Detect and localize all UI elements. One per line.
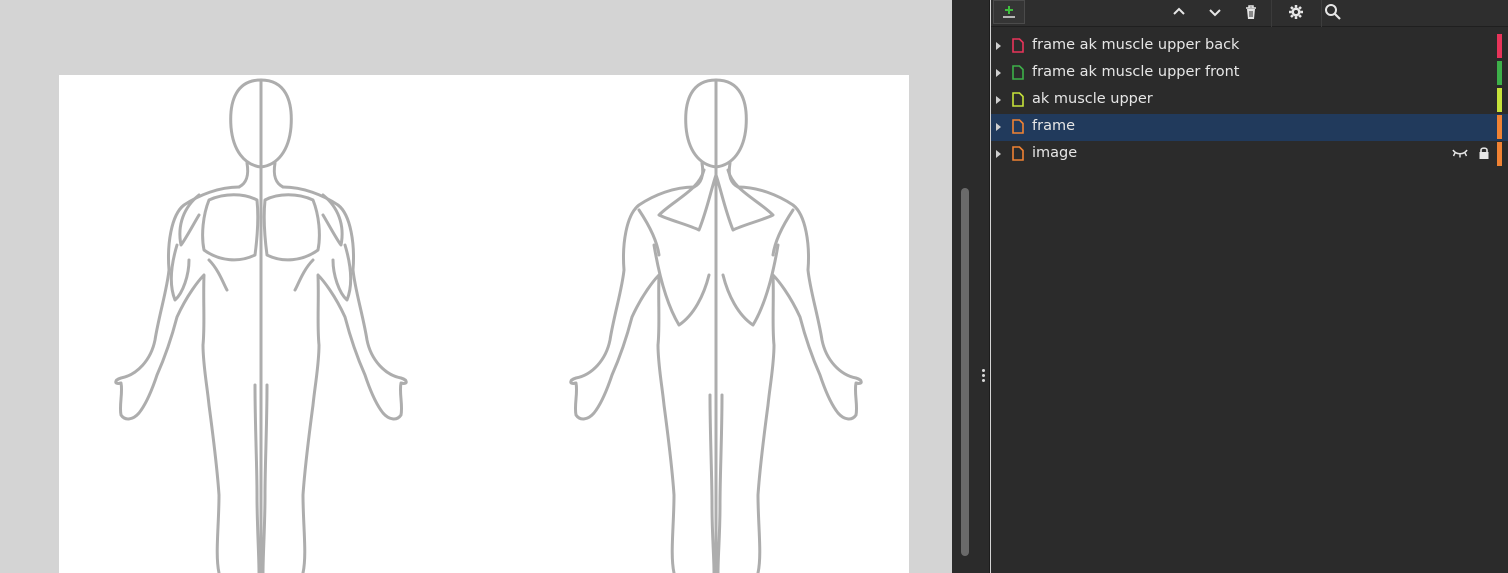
layers-panel: frame ak muscle upper back frame ak musc… <box>991 0 1508 573</box>
layer-name: frame ak muscle upper front <box>1032 64 1240 80</box>
layer-document-icon <box>1012 65 1024 80</box>
layers-toolbar <box>991 0 1508 27</box>
front-body-figure <box>114 78 408 573</box>
layer-name: ak muscle upper <box>1032 91 1153 107</box>
layer-row[interactable]: image <box>991 141 1508 168</box>
expand-arrow-icon[interactable] <box>996 69 1001 77</box>
layer-document-icon <box>1012 92 1024 107</box>
canvas-vertical-scrollbar[interactable] <box>961 188 969 556</box>
layer-color-tag <box>1497 142 1502 166</box>
toolbar-separator <box>1271 0 1272 27</box>
move-layer-down-button[interactable] <box>1203 1 1227 23</box>
expand-arrow-icon[interactable] <box>996 96 1001 104</box>
layer-settings-button[interactable] <box>1284 1 1308 23</box>
layer-name: image <box>1032 145 1078 161</box>
layer-search-field[interactable] <box>1321 0 1508 27</box>
layer-name: frame ak muscle upper back <box>1032 37 1240 53</box>
trash-icon <box>1246 4 1256 19</box>
body-outline-drawing <box>114 78 863 573</box>
layer-document-icon <box>1012 119 1024 134</box>
artboard-page[interactable] <box>59 75 909 573</box>
layer-row[interactable]: frame ak muscle upper back <box>991 33 1508 60</box>
delete-layer-button[interactable] <box>1239 1 1263 23</box>
back-body-figure <box>569 78 863 573</box>
add-layer-icon <box>1003 6 1015 18</box>
panel-splitter[interactable] <box>952 0 990 573</box>
expand-arrow-icon[interactable] <box>996 123 1001 131</box>
layer-row[interactable]: ak muscle upper <box>991 87 1508 114</box>
layer-color-tag <box>1497 88 1502 112</box>
expand-arrow-icon[interactable] <box>996 150 1001 158</box>
layers-list: frame ak muscle upper back frame ak musc… <box>991 33 1508 168</box>
chevron-up-icon <box>1173 7 1185 15</box>
chevron-down-icon <box>1209 9 1221 17</box>
lock-icon[interactable] <box>1478 146 1490 160</box>
layer-color-tag <box>1497 34 1502 58</box>
canvas-area[interactable] <box>0 0 952 573</box>
layer-name: frame <box>1032 118 1075 134</box>
layer-row[interactable]: frame ak muscle upper front <box>991 60 1508 87</box>
add-layer-button[interactable] <box>993 0 1025 24</box>
eye-hidden-icon[interactable] <box>1452 147 1468 159</box>
gear-icon <box>1289 5 1303 19</box>
layer-document-icon <box>1012 38 1024 53</box>
expand-arrow-icon[interactable] <box>996 42 1001 50</box>
layer-row-selected[interactable]: frame <box>991 114 1508 141</box>
layer-color-tag <box>1497 61 1502 85</box>
splitter-handle-icon[interactable] <box>982 369 986 383</box>
layer-document-icon <box>1012 146 1024 161</box>
search-icon <box>1325 4 1341 20</box>
layer-color-tag <box>1497 115 1502 139</box>
move-layer-up-button[interactable] <box>1167 1 1191 23</box>
